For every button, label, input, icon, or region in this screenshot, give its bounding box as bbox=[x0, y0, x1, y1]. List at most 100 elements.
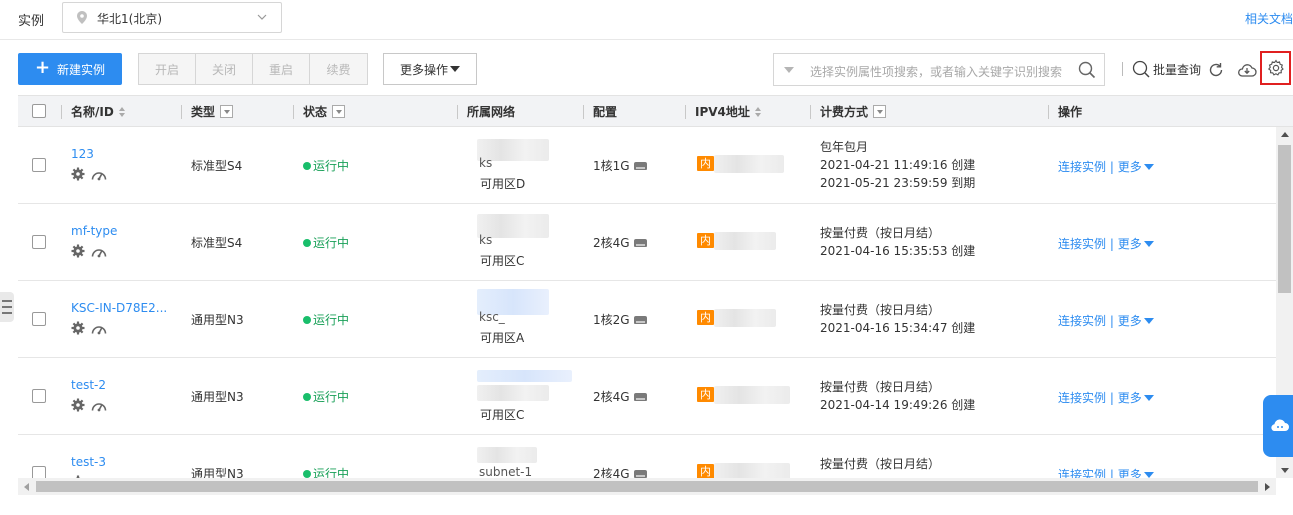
filter-icon[interactable] bbox=[332, 105, 346, 118]
create-instance-label: 新建实例 bbox=[57, 62, 106, 77]
plus-icon: + bbox=[34, 57, 51, 78]
horizontal-scrollbar[interactable] bbox=[18, 478, 1276, 495]
top-bar: 实例 华北1(北京) 相关文档 bbox=[0, 0, 1293, 40]
row-checkbox[interactable] bbox=[32, 389, 46, 403]
row-checkbox[interactable] bbox=[32, 158, 46, 172]
cloud-download-icon[interactable] bbox=[1237, 61, 1257, 79]
create-instance-button[interactable]: + 新建实例 bbox=[18, 53, 122, 85]
dashboard-icon[interactable] bbox=[91, 244, 107, 258]
billing-info: 按量付费（按日月结） 2021-04-14 19:49:26 创建 bbox=[820, 378, 975, 414]
gear-icon[interactable] bbox=[71, 244, 85, 258]
search-icon[interactable] bbox=[1078, 61, 1096, 79]
billing-mode: 包年包月 bbox=[820, 140, 869, 154]
instance-type: 标准型S4 bbox=[191, 236, 243, 250]
zone: 可用区C bbox=[480, 408, 525, 422]
op-separator: | bbox=[1109, 160, 1114, 174]
gear-icon[interactable] bbox=[71, 321, 85, 335]
connect-instance-link[interactable]: 连接实例 bbox=[1058, 391, 1106, 405]
private-ip-badge: 内 bbox=[697, 387, 714, 402]
scroll-up-icon[interactable] bbox=[1281, 132, 1289, 137]
search-filter-caret-icon[interactable] bbox=[784, 67, 794, 73]
settings-button[interactable] bbox=[1260, 51, 1291, 85]
instance-name-link[interactable]: mf-type bbox=[71, 224, 117, 238]
caret-down-icon[interactable] bbox=[1143, 164, 1154, 170]
more-link[interactable]: 更多 bbox=[1118, 314, 1142, 328]
network-redacted bbox=[477, 447, 537, 463]
region-select[interactable]: 华北1(北京) bbox=[62, 2, 282, 33]
dashboard-icon[interactable] bbox=[91, 167, 107, 181]
instance-name-link[interactable]: 123 bbox=[71, 147, 94, 161]
floating-help-button[interactable] bbox=[1263, 395, 1293, 457]
row-checkbox[interactable] bbox=[32, 235, 46, 249]
caret-down-icon[interactable] bbox=[1143, 395, 1154, 401]
stop-button[interactable]: 关闭 bbox=[196, 54, 253, 84]
scroll-thumb[interactable] bbox=[1278, 145, 1291, 293]
connect-instance-link[interactable]: 连接实例 bbox=[1058, 314, 1106, 328]
search-icon bbox=[1132, 60, 1150, 78]
status-badge: 运行中 bbox=[303, 465, 349, 478]
instance-action-group: 开启 关闭 重启 续费 bbox=[138, 53, 368, 85]
scroll-left-icon[interactable] bbox=[24, 483, 29, 491]
column-ipv4-label: IPV4地址 bbox=[695, 105, 750, 119]
more-actions-label: 更多操作 bbox=[399, 62, 448, 77]
status-label: 运行中 bbox=[313, 390, 350, 404]
column-divider bbox=[61, 105, 62, 119]
config: 1核2G bbox=[593, 311, 647, 328]
gear-icon[interactable] bbox=[71, 167, 85, 181]
sort-icon[interactable] bbox=[118, 106, 125, 117]
refresh-icon[interactable] bbox=[1207, 61, 1225, 79]
caret-down-icon[interactable] bbox=[1143, 318, 1154, 324]
scroll-thumb[interactable] bbox=[36, 481, 1258, 492]
connect-instance-link[interactable]: 连接实例 bbox=[1058, 237, 1106, 251]
select-all-checkbox[interactable] bbox=[32, 104, 46, 118]
more-link[interactable]: 更多 bbox=[1118, 391, 1142, 405]
column-type: 类型 bbox=[181, 103, 234, 120]
dashboard-icon[interactable] bbox=[91, 398, 107, 412]
more-link[interactable]: 更多 bbox=[1118, 468, 1142, 478]
status-badge: 运行中 bbox=[303, 311, 349, 328]
row-checkbox[interactable] bbox=[32, 466, 46, 478]
billing-mode: 按量付费（按日月结） bbox=[820, 303, 941, 317]
column-name-label: 名称/ID bbox=[71, 105, 114, 119]
billing-created: 2021-04-16 15:35:53 创建 bbox=[820, 244, 976, 258]
row-checkbox[interactable] bbox=[32, 312, 46, 326]
restart-button[interactable]: 重启 bbox=[253, 54, 310, 84]
filter-icon[interactable] bbox=[220, 105, 234, 118]
gear-icon[interactable] bbox=[71, 398, 85, 412]
search-input[interactable]: 选择实例属性项搜索，或者输入关键字识别搜索 bbox=[773, 53, 1105, 86]
instance-name-link[interactable]: test-2 bbox=[71, 378, 106, 392]
connect-instance-link[interactable]: 连接实例 bbox=[1058, 468, 1106, 478]
instance-type: 通用型N3 bbox=[191, 313, 244, 327]
column-name[interactable]: 名称/ID bbox=[61, 103, 125, 120]
row-operations: 连接实例 | 更多 bbox=[1058, 466, 1154, 478]
instance-name-link[interactable]: test-3 bbox=[71, 455, 106, 469]
billing-created: 2021-04-21 11:49:16 创建 bbox=[820, 158, 976, 172]
row-icons bbox=[71, 167, 107, 181]
ip-redacted bbox=[714, 232, 776, 250]
more-link[interactable]: 更多 bbox=[1118, 237, 1142, 251]
start-button[interactable]: 开启 bbox=[139, 54, 196, 84]
instance-name-link[interactable]: KSC-IN-D78E2... bbox=[71, 301, 167, 315]
caret-down-icon[interactable] bbox=[1143, 241, 1154, 247]
batch-query-label: 批量查询 bbox=[1153, 62, 1202, 77]
disk-icon bbox=[633, 161, 647, 170]
column-ipv4[interactable]: IPV4地址 bbox=[685, 103, 761, 120]
row-icons bbox=[71, 398, 107, 412]
side-panel-toggle[interactable] bbox=[0, 292, 14, 322]
docs-link[interactable]: 相关文档 bbox=[1245, 10, 1293, 27]
status-label: 运行中 bbox=[313, 159, 350, 173]
status-badge: 运行中 bbox=[303, 388, 349, 405]
batch-query-button[interactable]: 批量查询 bbox=[1132, 60, 1201, 78]
more-link[interactable]: 更多 bbox=[1118, 160, 1142, 174]
scroll-down-icon[interactable] bbox=[1281, 468, 1289, 473]
sort-icon[interactable] bbox=[754, 106, 761, 117]
column-ops-label: 操作 bbox=[1058, 105, 1083, 119]
scroll-right-icon[interactable] bbox=[1265, 483, 1270, 491]
more-actions-button[interactable]: 更多操作 bbox=[383, 53, 477, 85]
filter-icon[interactable] bbox=[873, 105, 887, 118]
renew-button[interactable]: 续费 bbox=[310, 54, 367, 84]
config-label: 1核1G bbox=[593, 159, 630, 173]
status-label: 运行中 bbox=[313, 467, 350, 478]
connect-instance-link[interactable]: 连接实例 bbox=[1058, 160, 1106, 174]
dashboard-icon[interactable] bbox=[91, 321, 107, 335]
